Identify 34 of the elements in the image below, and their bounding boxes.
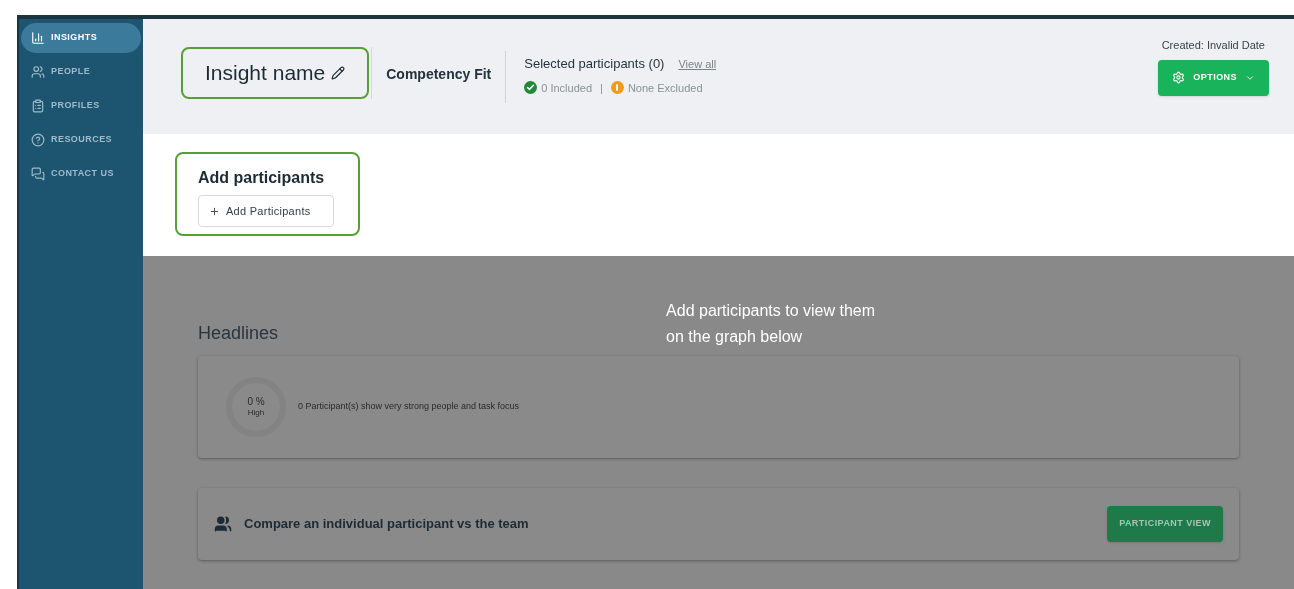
section-title: Add participants xyxy=(198,168,326,188)
clipboard-icon xyxy=(31,99,45,113)
sidebar-item[interactable]: RESOURCES xyxy=(21,125,141,155)
edit-icon[interactable] xyxy=(331,66,346,80)
compare-text: Compare an individual participant vs the team xyxy=(244,515,529,534)
percent-value: 0 % xyxy=(247,395,265,409)
check-icon xyxy=(524,81,538,95)
add-participants-button[interactable]: Add Participants xyxy=(198,195,334,227)
separator: | xyxy=(600,80,603,96)
included-count: 0 Included xyxy=(541,80,593,96)
sidebar-item[interactable]: PEOPLE xyxy=(21,57,141,87)
chart-icon xyxy=(31,31,45,45)
insight-type: Competency Fit xyxy=(386,65,492,84)
headlines-title: Headlines xyxy=(198,322,279,345)
sidebar-item[interactable]: CONTACT US xyxy=(21,159,141,189)
help-icon xyxy=(31,133,45,147)
participant-view-button[interactable]: PARTICIPANT VIEW xyxy=(1107,506,1223,542)
people-icon xyxy=(214,515,232,533)
overlay-message: Add participants to view them on the graph below xyxy=(666,301,877,347)
sidebar-item[interactable]: PROFILES xyxy=(21,91,141,121)
plus-icon xyxy=(209,205,220,217)
people-icon xyxy=(31,65,45,79)
created-date: Created: Invalid Date xyxy=(1161,38,1265,53)
selected-participants: Selected participants (0) xyxy=(524,55,665,73)
warning-icon xyxy=(610,81,624,95)
excluded-count: None Excluded xyxy=(627,80,703,96)
headline-text: 0 Participant(s) show very strong people and task focus xyxy=(298,400,520,414)
options-button[interactable]: OPTIONS xyxy=(1158,59,1269,96)
chat-icon xyxy=(31,167,45,181)
insight-name: Insight name xyxy=(205,60,326,87)
view-all-link[interactable]: View all xyxy=(678,55,717,72)
settings-icon xyxy=(1172,71,1186,84)
sidebar-item[interactable]: INSIGHTS xyxy=(21,23,141,53)
percent-label: High xyxy=(247,408,265,419)
